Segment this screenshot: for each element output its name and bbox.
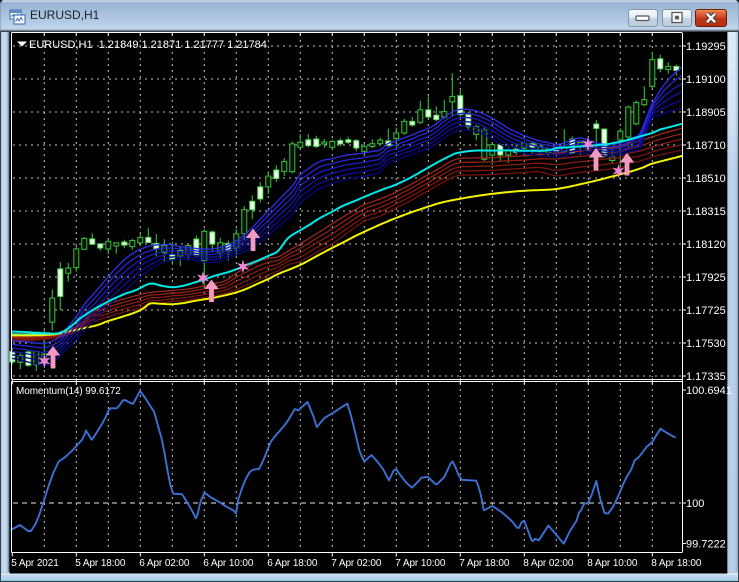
svg-text:7 Apr 10:00: 7 Apr 10:00 <box>395 558 446 569</box>
svg-text:6 Apr 18:00: 6 Apr 18:00 <box>267 558 318 569</box>
svg-text:99.7222: 99.7222 <box>686 539 726 551</box>
svg-text:1.18510: 1.18510 <box>686 173 726 185</box>
svg-text:6 Apr 10:00: 6 Apr 10:00 <box>203 558 254 569</box>
svg-text:1.18710: 1.18710 <box>686 140 726 152</box>
svg-text:8 Apr 10:00: 8 Apr 10:00 <box>587 558 638 569</box>
svg-text:100.6941: 100.6941 <box>686 385 732 397</box>
svg-text:100: 100 <box>686 498 704 510</box>
svg-text:1.19295: 1.19295 <box>686 41 726 53</box>
svg-text:7 Apr 02:00: 7 Apr 02:00 <box>331 558 382 569</box>
svg-text:5 Apr 2021: 5 Apr 2021 <box>11 558 59 569</box>
svg-text:1.17725: 1.17725 <box>686 305 726 317</box>
svg-text:8 Apr 02:00: 8 Apr 02:00 <box>523 558 574 569</box>
svg-text:1.18905: 1.18905 <box>686 107 726 119</box>
svg-text:1.18315: 1.18315 <box>686 206 726 218</box>
svg-text:6 Apr 02:00: 6 Apr 02:00 <box>139 558 190 569</box>
svg-text:EURUSD,H1 1.21849 1.21871 1.2: EURUSD,H1 1.21849 1.21871 1.21777 1.2178… <box>29 39 267 51</box>
svg-text:8 Apr 18:00: 8 Apr 18:00 <box>651 558 702 569</box>
svg-text:1.17335: 1.17335 <box>686 371 726 383</box>
svg-text:5 Apr 18:00: 5 Apr 18:00 <box>75 558 126 569</box>
svg-text:1.18120: 1.18120 <box>686 239 726 251</box>
svg-text:1.17925: 1.17925 <box>686 272 726 284</box>
svg-text:1.17530: 1.17530 <box>686 338 726 350</box>
svg-text:Momentum(14) 99.6172: Momentum(14) 99.6172 <box>16 386 121 397</box>
svg-text:1.19100: 1.19100 <box>686 74 726 86</box>
svg-text:7 Apr 18:00: 7 Apr 18:00 <box>459 558 510 569</box>
